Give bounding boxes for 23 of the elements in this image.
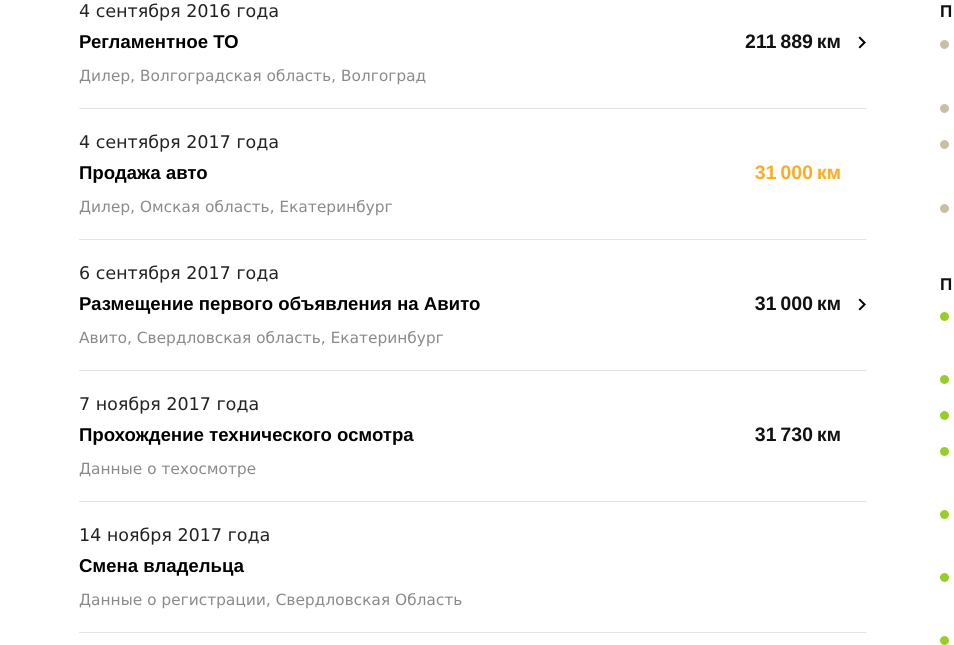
entry-source: Данные о техосмотре xyxy=(79,459,258,480)
mileage-value: 31 000 км xyxy=(754,161,841,186)
entry-title: Смена владельца xyxy=(79,554,246,578)
entry-source: Дилер, Волгоградская область, Волгоград xyxy=(79,66,426,87)
mileage-value: 211 889 км xyxy=(745,30,841,55)
section-heading: П xyxy=(940,1,954,23)
entry-title: Продажа авто xyxy=(79,161,209,185)
entry-date: 7 ноября 2017 года xyxy=(79,394,260,417)
mileage-value: 31 730 км xyxy=(754,423,841,448)
entry-title: Прохождение технического осмотра xyxy=(79,423,414,447)
section-heading: П xyxy=(940,274,954,296)
entry-date: 14 ноября 2017 года xyxy=(79,525,272,548)
entry-source: Дилер, Омская область, Екатеринбург xyxy=(79,197,393,218)
entry-source: Авито, Свердловская область, Екатеринбург xyxy=(79,328,445,349)
entry-source: Данные о регистрации, Свердловская Область xyxy=(79,590,462,611)
entry-title: Регламентное ТО xyxy=(79,30,240,54)
entry-date: 4 сентября 2016 года xyxy=(79,1,280,24)
chevron-right-icon[interactable] xyxy=(858,298,866,310)
mileage-value: 31 000 км xyxy=(754,292,841,317)
entry-date: 4 сентября 2017 года xyxy=(79,132,280,155)
chevron-right-icon[interactable] xyxy=(858,36,866,48)
entry-date: 6 сентября 2017 года xyxy=(79,263,280,286)
entry-title: Размещение первого объявления на Авито xyxy=(79,292,480,316)
